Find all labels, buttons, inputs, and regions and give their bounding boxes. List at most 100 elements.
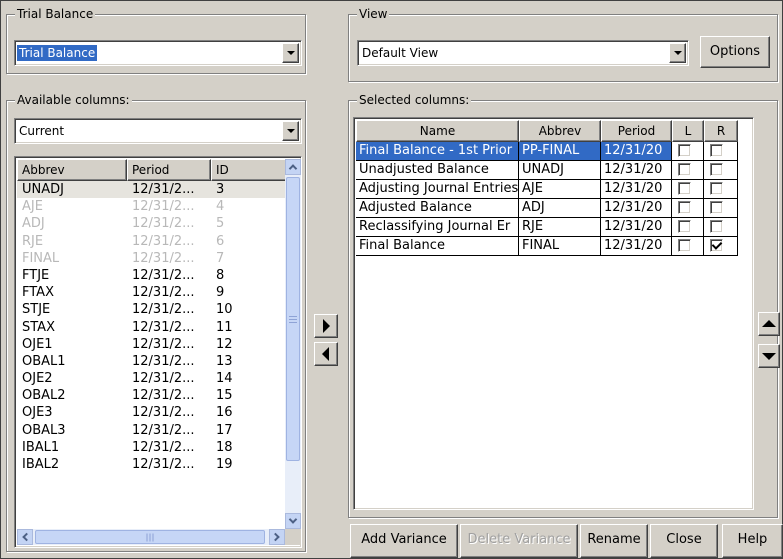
list-item[interactable]: OBAL3 12/31/2... 17 bbox=[17, 422, 287, 439]
checkbox-r[interactable] bbox=[710, 163, 723, 176]
add-column-button[interactable] bbox=[314, 314, 338, 338]
checkbox-l[interactable] bbox=[678, 239, 691, 252]
checkbox-l[interactable] bbox=[678, 182, 691, 195]
checkbox-l[interactable] bbox=[678, 163, 691, 176]
close-button[interactable]: Close bbox=[650, 524, 718, 558]
chevron-right-icon bbox=[271, 532, 280, 542]
header-l[interactable]: L bbox=[672, 120, 704, 142]
available-filter-select[interactable]: Current bbox=[14, 118, 302, 144]
list-item[interactable]: FTJE 12/31/2... 8 bbox=[17, 267, 287, 284]
table-row[interactable]: Final Balance - 1st Prior PP-FINAL 12/31/2… bbox=[356, 142, 753, 161]
help-label: Help bbox=[737, 532, 768, 547]
checkbox-l[interactable] bbox=[678, 220, 691, 233]
available-filter-dropdown-button[interactable] bbox=[282, 121, 299, 141]
header-period[interactable]: Period bbox=[601, 120, 672, 142]
cell-abbrev: ADJ bbox=[22, 216, 45, 232]
scroll-up-button[interactable] bbox=[285, 159, 301, 175]
cell-period: 12/31/2... bbox=[132, 319, 195, 335]
add-variance-button[interactable]: Add Variance bbox=[350, 524, 458, 558]
move-down-button[interactable] bbox=[758, 344, 780, 368]
list-item[interactable]: UNADJ 12/31/2... 3 bbox=[17, 181, 287, 199]
checkbox-r[interactable] bbox=[710, 220, 723, 233]
cell-abbrev: IBAL2 bbox=[22, 457, 60, 472]
view-select[interactable]: Default View bbox=[357, 40, 689, 66]
help-button[interactable]: Help bbox=[722, 524, 783, 558]
cell-abbrev: FINAL bbox=[22, 250, 60, 266]
cell-period: 12/31/2... bbox=[132, 371, 195, 387]
available-columns-list[interactable]: Abbrev Period ID UNADJ 12/31/2... 3 AJE 12/3… bbox=[14, 156, 302, 548]
cell-period: 12/31/2... bbox=[132, 267, 195, 283]
cell-name: Adjusting Journal Entries bbox=[356, 180, 519, 199]
view-dropdown-button[interactable] bbox=[669, 43, 686, 63]
trial-balance-dropdown-button[interactable] bbox=[282, 43, 299, 63]
checkbox-r[interactable] bbox=[710, 201, 723, 214]
list-item[interactable]: OJE2 12/31/2... 14 bbox=[17, 370, 287, 387]
cell-abbrev: IBAL1 bbox=[22, 439, 60, 455]
rename-button[interactable]: Rename bbox=[580, 524, 648, 558]
available-list-rows: UNADJ 12/31/2... 3 AJE 12/31/2... 4 ADJ 12/31/2… bbox=[17, 181, 287, 535]
list-item[interactable]: STJE 12/31/2... 10 bbox=[17, 301, 287, 318]
cell-abbrev: FTJE bbox=[22, 267, 50, 283]
move-up-button[interactable] bbox=[758, 312, 780, 336]
delete-variance-button[interactable]: Delete Variance bbox=[460, 524, 578, 558]
scroll-right-button[interactable] bbox=[269, 529, 285, 545]
list-item[interactable]: FTAX 12/31/2... 9 bbox=[17, 284, 287, 301]
options-button[interactable]: Options bbox=[700, 36, 770, 68]
list-item[interactable]: IBAL1 12/31/2... 18 bbox=[17, 439, 287, 456]
horizontal-scroll-thumb[interactable] bbox=[35, 530, 265, 544]
list-item[interactable]: RJE 12/31/2... 6 bbox=[17, 233, 287, 250]
cell-period: 12/31/20 bbox=[601, 199, 672, 218]
available-columns-title: Available columns: bbox=[15, 92, 132, 108]
header-r[interactable]: R bbox=[704, 120, 738, 142]
cell-id: 13 bbox=[216, 353, 233, 369]
scroll-down-button[interactable] bbox=[285, 513, 301, 529]
cell-id: 15 bbox=[216, 388, 233, 404]
cell-r bbox=[704, 218, 738, 237]
checkbox-r[interactable] bbox=[710, 144, 723, 157]
list-item[interactable]: OBAL1 12/31/2... 13 bbox=[17, 353, 287, 370]
table-row[interactable]: Reclassifying Journal Er RJE 12/31/20 bbox=[356, 218, 753, 237]
checkbox-l[interactable] bbox=[678, 144, 691, 157]
available-horizontal-scrollbar[interactable] bbox=[17, 529, 285, 545]
checkbox-l[interactable] bbox=[678, 201, 691, 214]
cell-abbrev: RJE bbox=[519, 218, 601, 237]
table-row[interactable]: Unadjusted Balance UNADJ 12/31/20 bbox=[356, 161, 753, 180]
cell-l bbox=[672, 199, 704, 218]
list-item[interactable]: OJE1 12/31/2... 12 bbox=[17, 336, 287, 353]
remove-column-button[interactable] bbox=[314, 342, 338, 366]
trial-balance-group-title: Trial Balance bbox=[15, 6, 96, 22]
cell-abbrev: OJE3 bbox=[22, 405, 53, 421]
list-item[interactable]: ADJ 12/31/2... 5 bbox=[17, 215, 287, 232]
list-item[interactable]: IBAL2 12/31/2... 19 bbox=[17, 456, 287, 473]
selected-columns-list[interactable]: Name Abbrev Period L R Final Balance - 1… bbox=[353, 117, 754, 510]
header-abbrev[interactable]: Abbrev bbox=[519, 120, 601, 142]
checkbox-r[interactable] bbox=[710, 182, 723, 195]
table-row[interactable]: Final Balance FINAL 12/31/20 bbox=[356, 237, 753, 256]
cell-abbrev: ADJ bbox=[519, 199, 601, 218]
cell-abbrev: OBAL2 bbox=[22, 388, 66, 404]
vertical-scroll-thumb[interactable] bbox=[286, 177, 300, 461]
header-abbrev[interactable]: Abbrev bbox=[17, 159, 127, 181]
trial-balance-select[interactable]: Trial Balance bbox=[14, 40, 302, 66]
header-name[interactable]: Name bbox=[356, 120, 519, 142]
list-item[interactable]: OBAL2 12/31/2... 15 bbox=[17, 387, 287, 404]
table-row[interactable]: Adjusted Balance ADJ 12/31/20 bbox=[356, 199, 753, 218]
list-item[interactable]: AJE 12/31/2... 4 bbox=[17, 198, 287, 215]
chevron-down-icon bbox=[288, 515, 298, 524]
cell-id: 8 bbox=[216, 267, 225, 283]
header-id[interactable]: ID bbox=[211, 159, 287, 181]
table-row[interactable]: Adjusting Journal Entries AJE 12/31/20 bbox=[356, 180, 753, 199]
header-period[interactable]: Period bbox=[127, 159, 211, 181]
list-item[interactable]: OJE3 12/31/2... 16 bbox=[17, 404, 287, 421]
scroll-left-button[interactable] bbox=[17, 529, 33, 545]
cell-abbrev: AJE bbox=[22, 199, 43, 215]
cell-period: 12/31/20 bbox=[601, 237, 672, 256]
list-item[interactable]: FINAL 12/31/2... 7 bbox=[17, 250, 287, 267]
cell-r bbox=[704, 180, 738, 199]
cell-abbrev: OJE2 bbox=[22, 371, 53, 387]
checkbox-r[interactable] bbox=[710, 239, 723, 252]
list-item[interactable]: STAX 12/31/2... 11 bbox=[17, 319, 287, 336]
cell-period: 12/31/2... bbox=[132, 405, 195, 421]
available-filter-value: Current bbox=[19, 124, 65, 138]
available-vertical-scrollbar[interactable] bbox=[285, 159, 301, 529]
